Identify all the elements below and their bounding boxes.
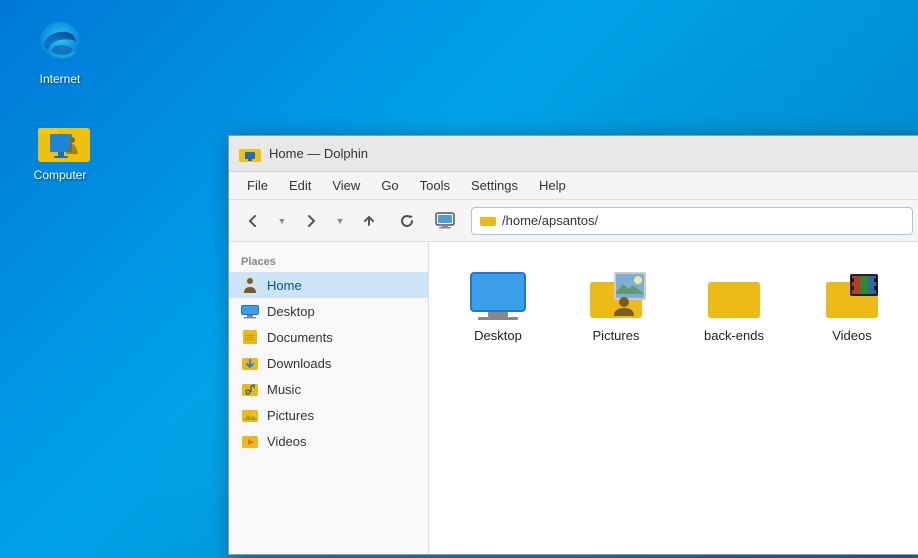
sidebar-item-videos[interactable]: Videos (229, 428, 428, 454)
reload-icon (399, 213, 415, 229)
home-sidebar-icon (241, 277, 259, 293)
titlebar-title: Home — Dolphin (269, 146, 368, 161)
file-item-backends[interactable]: back-ends (685, 262, 783, 351)
monitor-button[interactable] (429, 206, 461, 236)
downloads-sidebar-icon (241, 355, 259, 371)
edge-icon (36, 20, 84, 68)
sidebar-videos-label: Videos (267, 434, 307, 449)
reload-button[interactable] (391, 206, 423, 236)
address-folder-icon (480, 214, 496, 227)
desktop-file-label: Desktop (474, 328, 522, 343)
titlebar-left: Home — Dolphin (239, 145, 368, 163)
menu-file[interactable]: File (239, 176, 276, 195)
file-item-desktop[interactable]: Desktop (449, 262, 547, 351)
menu-view[interactable]: View (324, 176, 368, 195)
pictures-sidebar-icon (241, 407, 259, 423)
menu-help[interactable]: Help (531, 176, 574, 195)
forward-dropdown[interactable]: ▼ (333, 206, 347, 236)
sidebar-section-places: Places (229, 250, 428, 272)
desktop-icons: Internet Computer (20, 20, 100, 182)
internet-label: Internet (40, 72, 81, 86)
forward-button[interactable] (295, 206, 327, 236)
up-button[interactable] (353, 206, 385, 236)
pictures-file-label: Pictures (593, 328, 640, 343)
backends-file-label: back-ends (704, 328, 764, 343)
videos-file-label: Videos (832, 328, 872, 343)
music-sidebar-icon (241, 381, 259, 397)
sidebar-music-label: Music (267, 382, 301, 397)
file-area: Desktop Pictures (429, 242, 918, 554)
menu-go[interactable]: Go (373, 176, 406, 195)
sidebar-item-downloads[interactable]: Downloads (229, 350, 428, 376)
back-button[interactable] (237, 206, 269, 236)
back-icon (245, 213, 261, 229)
toolbar: ▼ ▼ (229, 200, 918, 242)
sidebar-item-home[interactable]: Home (229, 272, 428, 298)
sidebar-home-label: Home (267, 278, 302, 293)
sidebar-desktop-label: Desktop (267, 304, 315, 319)
address-path: /home/apsantos/ (502, 213, 598, 228)
sidebar-item-pictures[interactable]: Pictures (229, 402, 428, 428)
content-area: Places Home Desktop (229, 242, 918, 554)
computer-label: Computer (34, 168, 87, 182)
file-item-pictures[interactable]: Pictures (567, 262, 665, 351)
desktop-sidebar-icon (241, 303, 259, 319)
computer-folder-icon (36, 116, 84, 164)
address-bar[interactable]: /home/apsantos/ (471, 207, 913, 235)
titlebar: Home — Dolphin (229, 136, 918, 172)
computer-icon-item[interactable]: Computer (20, 116, 100, 182)
file-item-videos[interactable]: Videos (803, 262, 901, 351)
videos-sidebar-icon (241, 433, 259, 449)
back-dropdown[interactable]: ▼ (275, 206, 289, 236)
documents-sidebar-icon (241, 329, 259, 345)
sidebar-item-music[interactable]: Music (229, 376, 428, 402)
videos-file-icon (822, 270, 882, 322)
forward-icon (303, 213, 319, 229)
menubar: File Edit View Go Tools Settings Help (229, 172, 918, 200)
menu-edit[interactable]: Edit (281, 176, 319, 195)
sidebar-pictures-label: Pictures (267, 408, 314, 423)
titlebar-icon (239, 145, 261, 163)
dolphin-window: Home — Dolphin File Edit View Go Tools S… (228, 135, 918, 555)
menu-tools[interactable]: Tools (412, 176, 458, 195)
sidebar-item-desktop[interactable]: Desktop (229, 298, 428, 324)
sidebar-downloads-label: Downloads (267, 356, 331, 371)
monitor-icon (435, 212, 455, 230)
desktop-file-icon (468, 270, 528, 322)
sidebar-documents-label: Documents (267, 330, 333, 345)
up-icon (361, 213, 377, 229)
backends-file-icon (704, 270, 764, 322)
sidebar-item-documents[interactable]: Documents (229, 324, 428, 350)
internet-icon-item[interactable]: Internet (20, 20, 100, 86)
pictures-file-icon (586, 270, 646, 322)
sidebar: Places Home Desktop (229, 242, 429, 554)
menu-settings[interactable]: Settings (463, 176, 526, 195)
